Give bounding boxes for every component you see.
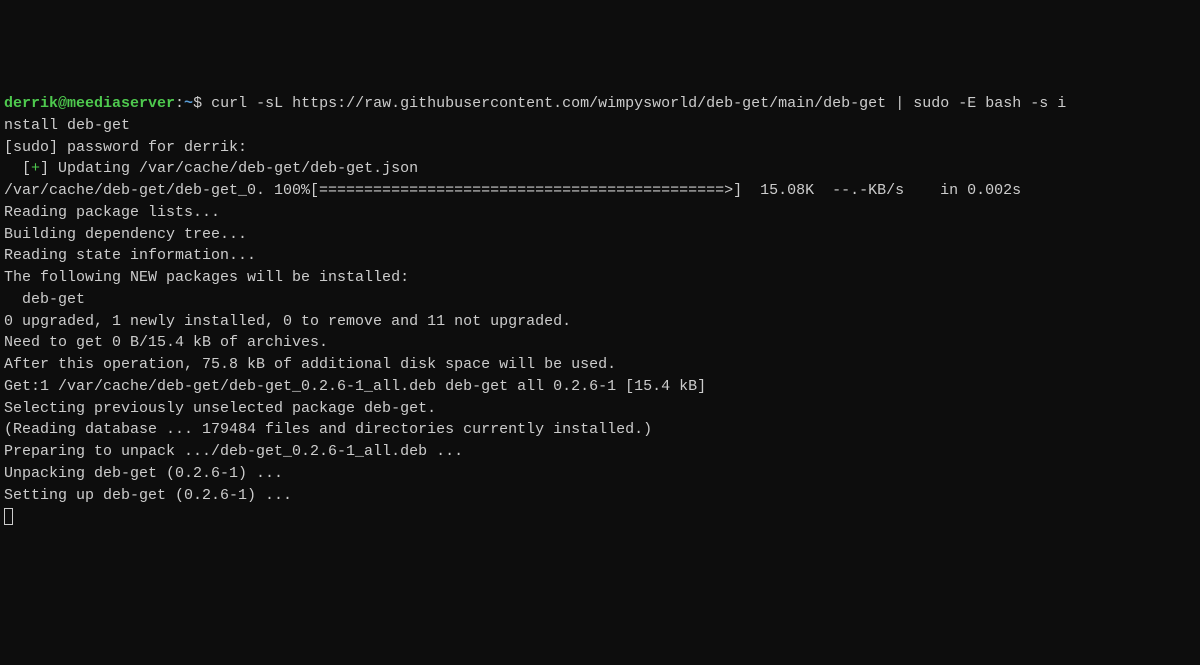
output-line: Building dependency tree...: [4, 224, 1196, 246]
cursor-line: [4, 506, 1196, 528]
output-line: Setting up deb-get (0.2.6-1) ...: [4, 485, 1196, 507]
output-line: nstall deb-get: [4, 115, 1196, 137]
terminal-output[interactable]: derrik@meediaserver:~$ curl -sL https://…: [4, 93, 1196, 528]
output-line: Preparing to unpack .../deb-get_0.2.6-1_…: [4, 441, 1196, 463]
bracket-pre: [: [4, 160, 31, 177]
output-line: Reading state information...: [4, 245, 1196, 267]
output-line: deb-get: [4, 289, 1196, 311]
output-line: Unpacking deb-get (0.2.6-1) ...: [4, 463, 1196, 485]
output-line: [sudo] password for derrik:: [4, 137, 1196, 159]
output-line: The following NEW packages will be insta…: [4, 267, 1196, 289]
output-line: Need to get 0 B/15.4 kB of archives.: [4, 332, 1196, 354]
output-line: Reading package lists...: [4, 202, 1196, 224]
output-line: After this operation, 75.8 kB of additio…: [4, 354, 1196, 376]
prompt-line: derrik@meediaserver:~$ curl -sL https://…: [4, 93, 1196, 115]
prompt-dollar: $: [193, 95, 211, 112]
output-line: [+] Updating /var/cache/deb-get/deb-get.…: [4, 158, 1196, 180]
bracket-post: ] Updating /var/cache/deb-get/deb-get.js…: [40, 160, 418, 177]
output-line: Selecting previously unselected package …: [4, 398, 1196, 420]
prompt-colon: :: [175, 95, 184, 112]
prompt-user-host: derrik@meediaserver: [4, 95, 175, 112]
output-line: Get:1 /var/cache/deb-get/deb-get_0.2.6-1…: [4, 376, 1196, 398]
prompt-path: ~: [184, 95, 193, 112]
output-line: /var/cache/deb-get/deb-get_0. 100%[=====…: [4, 180, 1196, 202]
cursor-icon: [4, 508, 13, 525]
plus-icon: +: [31, 160, 40, 177]
output-line: (Reading database ... 179484 files and d…: [4, 419, 1196, 441]
output-line: 0 upgraded, 1 newly installed, 0 to remo…: [4, 311, 1196, 333]
command-text: curl -sL https://raw.githubusercontent.c…: [211, 95, 1066, 112]
